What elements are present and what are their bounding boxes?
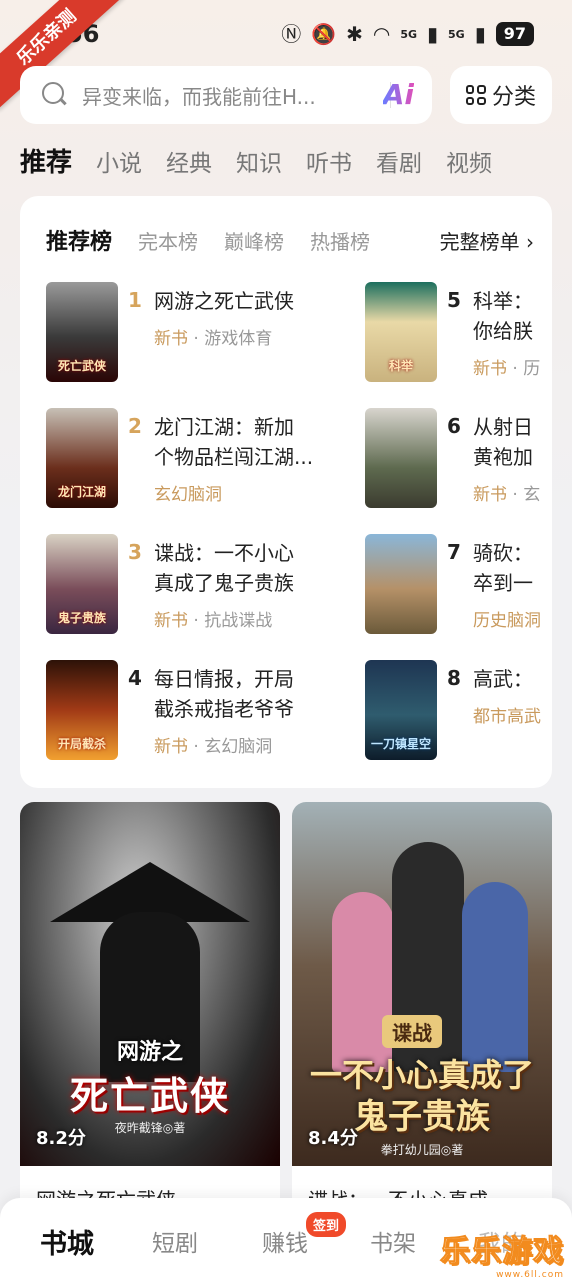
rank-item[interactable]: 一刀镇星空 8 高武： 都市高武: [365, 660, 552, 762]
signal-icon-2: 5G: [448, 27, 465, 41]
search-icon: [42, 82, 68, 108]
book-cover: 一刀镇星空: [365, 660, 437, 760]
nav-bookstore[interactable]: 书城: [40, 1222, 94, 1261]
rank-number: 1: [128, 288, 142, 312]
rank-number: 3: [128, 540, 142, 564]
rank-tab-peak[interactable]: 巅峰榜: [224, 226, 284, 255]
book-title-line2: 黄袍加: [473, 445, 533, 469]
book-meta: 都市高武: [473, 707, 541, 727]
book-score: 8.4分: [308, 1128, 358, 1149]
channel-tabs: 推荐 小说 经典 知识 听书 看剧 视频: [20, 142, 492, 179]
book-meta: 新书 · 玄: [473, 485, 541, 505]
signal-icon: 5G: [400, 27, 418, 41]
nfc-icon: Ⓝ: [281, 22, 302, 46]
category-label: 分类: [491, 85, 536, 110]
book-meta: 玄幻脑洞: [154, 485, 222, 505]
rank-item[interactable]: 鬼子贵族 3 谍战：一不小心 真成了鬼子贵族 新书 · 抗战谍战: [46, 534, 346, 636]
rank-number: 7: [447, 540, 461, 564]
book-title-line2: 真成了鬼子贵族: [154, 571, 294, 595]
rank-number: 6: [447, 414, 461, 438]
feed-book-card[interactable]: 网游之 死亡武侠 夜昨截锋◎著 8.2分 网游之死亡武侠: [20, 802, 280, 1222]
tab-drama[interactable]: 看剧: [376, 144, 422, 178]
rank-number: 5: [447, 288, 461, 312]
rank-item[interactable]: 死亡武侠 1 网游之死亡武侠 新书 · 游戏体育: [46, 282, 346, 384]
category-button[interactable]: 分类: [450, 66, 552, 124]
book-cover: 鬼子贵族: [46, 534, 118, 634]
book-title-line2: 你给朕: [473, 319, 533, 343]
book-title-line2: 个物品栏闯江湖...: [154, 445, 314, 469]
battery-indicator: 97: [495, 22, 534, 46]
tab-audiobook[interactable]: 听书: [306, 144, 352, 178]
nav-bookshelf[interactable]: 书架: [370, 1224, 416, 1258]
search-input[interactable]: 异变来临，而我能前往H... Ai: [20, 66, 432, 124]
mute-icon: 🔕: [311, 22, 337, 46]
book-cover: 开局截杀: [46, 660, 118, 760]
tab-recommend[interactable]: 推荐: [20, 142, 72, 179]
signal-bars-icon: ▮: [427, 22, 439, 46]
book-cover: [365, 408, 437, 508]
book-meta: 新书 · 抗战谍战: [154, 611, 273, 631]
ranking-tabs: 推荐榜 完本榜 巅峰榜 热播榜: [46, 224, 370, 256]
rank-number: 8: [447, 666, 461, 690]
rank-tab-hot[interactable]: 热播榜: [310, 226, 370, 255]
full-list-link[interactable]: 完整榜单 ›: [440, 226, 534, 255]
book-title: 网游之死亡武侠: [154, 289, 294, 313]
book-meta: 新书 · 历: [473, 359, 541, 379]
rank-number: 4: [128, 666, 142, 690]
feed-book-cover: 谍战 一不小心真成了 鬼子贵族 拳打幼儿园◎著: [292, 802, 552, 1166]
tab-classic[interactable]: 经典: [166, 144, 212, 178]
book-title: 谍战：一不小心: [154, 541, 294, 565]
book-title: 科举：: [473, 289, 533, 313]
book-cover: 龙门江湖: [46, 408, 118, 508]
book-meta: 历史脑洞: [473, 611, 541, 631]
rank-item[interactable]: 科举 5 科举： 你给朕 新书 · 历: [365, 282, 552, 384]
bluetooth-icon: ✱: [346, 22, 363, 46]
nav-short-drama[interactable]: 短剧: [152, 1224, 198, 1258]
book-title: 龙门江湖：新加: [154, 415, 294, 439]
tab-novel[interactable]: 小说: [96, 144, 142, 178]
book-title: 骑砍：: [473, 541, 533, 565]
rank-item[interactable]: 6 从射日 黄袍加 新书 · 玄: [365, 408, 552, 510]
book-score: 8.2分: [36, 1128, 86, 1149]
cover-subtitle: 网游之: [116, 1040, 183, 1065]
book-title-line2: 卒到一: [473, 571, 533, 595]
book-meta: 新书 · 游戏体育: [154, 329, 273, 349]
book-cover: [365, 534, 437, 634]
book-title-line2: 截杀戒指老爷爷: [154, 697, 294, 721]
rank-item[interactable]: 开局截杀 4 每日情报，开局 截杀戒指老爷爷 新书 · 玄幻脑洞: [46, 660, 346, 762]
cover-figure: [462, 882, 528, 1072]
book-title: 高武：: [473, 667, 533, 691]
rank-item[interactable]: 龙门江湖 2 龙门江湖：新加 个物品栏闯江湖... 玄幻脑洞: [46, 408, 346, 510]
cover-title: 死亡武侠: [69, 1074, 230, 1118]
search-placeholder: 异变来临，而我能前往H...: [82, 84, 316, 109]
book-cover: 死亡武侠: [46, 282, 118, 382]
cover-badge: 谍战: [382, 1015, 442, 1048]
rank-tab-recommend[interactable]: 推荐榜: [46, 224, 112, 256]
book-cover: 科举: [365, 282, 437, 382]
rank-number: 2: [128, 414, 142, 438]
ai-assistant-icon[interactable]: Ai: [383, 78, 414, 111]
tab-knowledge[interactable]: 知识: [236, 144, 282, 178]
watermark-logo: 乐乐游戏 www.6ll.com: [440, 1234, 564, 1279]
grid-icon: [465, 85, 486, 105]
book-title: 从射日: [473, 415, 533, 439]
nav-earn[interactable]: 赚钱: [262, 1224, 308, 1258]
rank-tab-completed[interactable]: 完本榜: [138, 226, 198, 255]
book-title: 每日情报，开局: [154, 667, 294, 691]
sign-in-badge[interactable]: 签到: [306, 1212, 347, 1237]
ranking-card: 推荐榜 完本榜 巅峰榜 热播榜 完整榜单 › 死亡武侠 1 网游之死亡武侠 新书…: [20, 196, 552, 788]
status-icons: Ⓝ 🔕 ✱ ◠ 5G ▮ 5G ▮ 97: [281, 20, 534, 48]
wifi-icon: ◠: [372, 22, 391, 46]
signal-bars-icon-2: ▮: [474, 22, 486, 46]
feed-book-card[interactable]: 谍战 一不小心真成了 鬼子贵族 拳打幼儿园◎著 8.4分 谍战：一不小心真成: [292, 802, 552, 1222]
feed-book-cover: 网游之 死亡武侠 夜昨截锋◎著: [20, 802, 280, 1166]
tab-video[interactable]: 视频: [446, 144, 492, 178]
book-meta: 新书 · 玄幻脑洞: [154, 737, 273, 757]
rank-item[interactable]: 7 骑砍： 卒到一 历史脑洞: [365, 534, 552, 636]
